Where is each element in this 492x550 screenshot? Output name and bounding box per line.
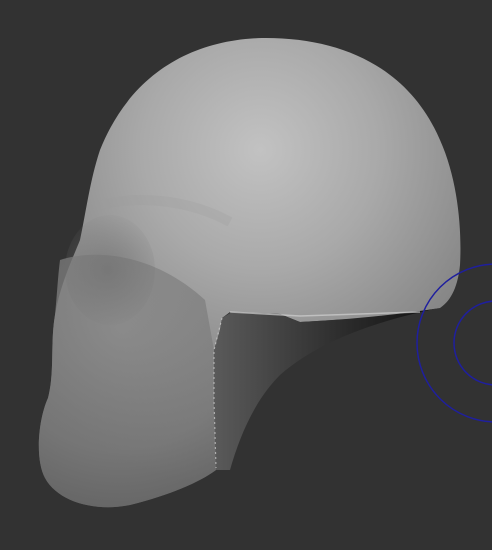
eye-socket — [65, 215, 155, 325]
3d-viewport[interactable] — [0, 0, 492, 550]
neck-shadow — [214, 308, 440, 470]
viewport-canvas[interactable] — [0, 0, 492, 550]
gizmo-inner-ring[interactable] — [453, 300, 492, 386]
head-model[interactable] — [38, 37, 461, 508]
